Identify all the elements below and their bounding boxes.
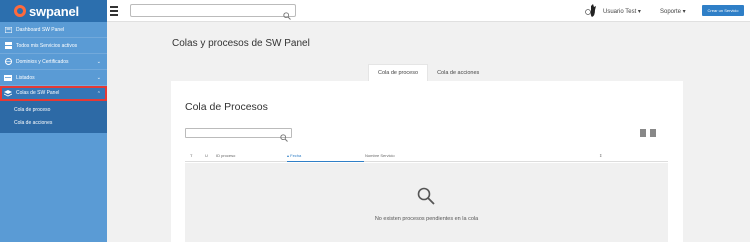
sidebar-nav: Dashboard SW Panel Todos mis Servicios a…	[0, 22, 107, 101]
chevron-down-icon: ⌄	[96, 59, 101, 65]
tab-cola-proceso[interactable]: Cola de proceso	[368, 64, 429, 81]
empty-message: No existen procesos pendientes en la col…	[374, 216, 479, 222]
page-title: Colas y procesos de SW Panel	[172, 38, 310, 49]
global-search-input[interactable]	[130, 4, 296, 20]
sidebar-item-domains[interactable]: Dominios y Certificados ⌄	[0, 54, 107, 70]
sidebar-item-dashboard[interactable]: Dashboard SW Panel	[0, 22, 107, 38]
chevron-up-icon: ⌃	[96, 91, 101, 97]
subnav-item-cola-proceso[interactable]: Cola de proceso	[0, 103, 107, 116]
sidebar-item-label: Colas de SW Panel	[16, 90, 60, 96]
sort-toggle-icon[interactable]: ⇕	[599, 153, 602, 158]
sidebar-item-label: Todos mis Servicios activos	[16, 42, 78, 49]
column-header-fecha[interactable]: ▴ Fecha	[287, 153, 364, 162]
sidebar-item-services[interactable]: Todos mis Servicios activos	[0, 38, 107, 54]
export-toolbar	[640, 129, 656, 137]
sidebar-item-label: Listados	[16, 74, 35, 81]
queue-search-input[interactable]	[185, 128, 292, 142]
sidebar: swpanel Dashboard SW Panel Todos mis Ser…	[0, 0, 107, 242]
chevron-down-icon: ⌄	[96, 75, 101, 81]
export-excel-icon[interactable]	[640, 129, 646, 137]
column-header-id-proceso[interactable]: ID proceso	[216, 153, 235, 158]
user-menu[interactable]: Usuario Test ▾	[603, 8, 641, 15]
menu-toggle-icon[interactable]	[110, 6, 118, 16]
search-icon[interactable]	[280, 129, 288, 147]
tab-cola-acciones[interactable]: Cola de acciones	[428, 64, 488, 81]
sidebar-item-label: Dominios y Certificados	[16, 58, 69, 65]
user-avatar[interactable]	[585, 4, 597, 18]
export-pdf-icon[interactable]	[650, 129, 656, 137]
sidebar-item-listados[interactable]: Listados ⌄	[0, 70, 107, 86]
sidebar-item-label: Dashboard SW Panel	[16, 26, 65, 33]
support-menu[interactable]: Soporte ▾	[660, 8, 686, 15]
brand-logo[interactable]: swpanel	[0, 0, 107, 22]
table-empty-state: No existen procesos pendientes en la col…	[185, 163, 668, 242]
dashboard-icon	[4, 26, 12, 33]
table-header: T U ID proceso ▴ Fecha Nombre Servicio ⇕	[185, 150, 668, 162]
list-icon	[4, 74, 12, 81]
column-header-u[interactable]: U	[205, 153, 208, 158]
sidebar-item-colas[interactable]: Colas de SW Panel ⌃	[0, 86, 107, 101]
brand-name: swpanel	[29, 3, 79, 19]
user-name: Usuario Test	[603, 9, 637, 15]
queue-tabs: Cola de proceso Cola de acciones	[368, 64, 488, 81]
servers-icon	[4, 42, 12, 49]
column-header-t[interactable]: T	[190, 153, 192, 158]
subnav-item-cola-acciones[interactable]: Cola de acciones	[0, 116, 107, 129]
layers-icon	[4, 89, 12, 97]
search-icon[interactable]	[283, 7, 291, 25]
globe-icon	[4, 58, 12, 65]
column-header-fecha-label: Fecha	[290, 153, 302, 158]
search-icon	[417, 187, 435, 210]
support-label: Soporte	[660, 9, 682, 15]
column-header-nombre-servicio[interactable]: Nombre Servicio	[365, 153, 395, 158]
create-service-button[interactable]: Crear un Servicio	[702, 5, 744, 16]
top-bar: Usuario Test ▾ Soporte ▾ Crear un Servic…	[107, 0, 750, 22]
card-title: Cola de Procesos	[185, 101, 268, 113]
sidebar-subnav: Cola de proceso Cola de acciones	[0, 101, 107, 133]
process-queue-card: Cola de Procesos T U ID proceso ▴ Fecha …	[171, 81, 683, 242]
swpanel-logo-icon	[14, 5, 26, 17]
